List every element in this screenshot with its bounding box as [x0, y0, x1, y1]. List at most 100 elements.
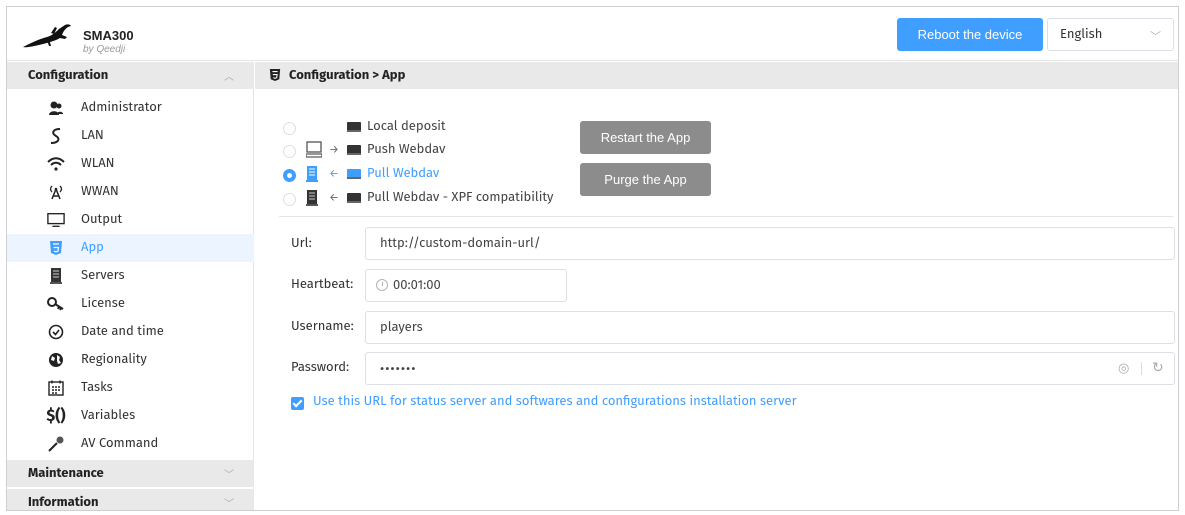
main-panel: Configuration > App Local deposit → Push…	[255, 62, 1178, 510]
chevron-down-icon: ﹀	[224, 469, 234, 481]
sidebar-item-wlan[interactable]: WLAN	[7, 150, 254, 178]
password-input[interactable]: ••••••• ◎ ↻	[365, 352, 1175, 385]
clock-icon	[47, 323, 65, 341]
language-select[interactable]: English ﹀	[1047, 18, 1174, 51]
url-label: Url:	[291, 236, 312, 251]
chevron-down-icon: ﹀	[1150, 30, 1161, 43]
use-url-label[interactable]: Use this URL for status server and softw…	[313, 394, 797, 409]
app-window: SMA300 by Qeedji Reboot the device Engli…	[6, 6, 1179, 511]
arrow-left-icon: ←	[329, 191, 339, 204]
lan-icon	[47, 127, 65, 145]
password-label: Password:	[291, 360, 350, 375]
radio-pull-webdav-xpf[interactable]	[283, 193, 296, 206]
refresh-icon[interactable]: ↻	[1152, 359, 1164, 376]
sidebar-item-label: App	[81, 240, 104, 255]
html5-icon	[269, 68, 281, 86]
storage-icon	[347, 169, 361, 179]
sidebar-item-administrator[interactable]: Administrator	[7, 94, 254, 122]
mode-label: Pull Webdav - XPF compatibility	[367, 190, 554, 205]
heartbeat-input[interactable]: 00:01:00	[365, 269, 567, 302]
arrow-left-icon: ←	[329, 167, 339, 180]
sidebar-item-av-command[interactable]: AV Command	[7, 430, 254, 458]
radio-push-webdav[interactable]	[283, 145, 296, 158]
lizard-logo-icon	[23, 24, 71, 48]
wifi-icon	[47, 155, 65, 173]
storage-icon	[347, 145, 361, 155]
sidebar-item-label: Regionality	[81, 352, 147, 367]
password-value: •••••••	[380, 362, 417, 377]
app-subtitle: by Qeedji	[83, 44, 126, 55]
sidebar-item-label: Tasks	[81, 380, 113, 395]
sidebar-item-label: WWAN	[81, 184, 119, 199]
sidebar-item-variables[interactable]: $() Variables	[7, 402, 254, 430]
username-value: players	[380, 320, 423, 335]
sidebar-item-wwan[interactable]: WWAN	[7, 178, 254, 206]
sidebar-item-label: Variables	[81, 408, 136, 423]
language-value: English	[1060, 27, 1103, 42]
username-input[interactable]: players	[365, 311, 1175, 344]
sidebar-item-label: AV Command	[81, 436, 159, 451]
username-label: Username:	[291, 319, 354, 334]
sidebar-item-label: WLAN	[81, 156, 115, 171]
computer-icon	[305, 141, 323, 159]
administrator-icon	[47, 99, 65, 117]
breadcrumb-bar: Configuration > App	[255, 62, 1178, 89]
purge-app-button[interactable]: Purge the App	[580, 163, 711, 196]
sidebar-item-servers[interactable]: Servers	[7, 262, 254, 290]
section-information-label: Information	[28, 495, 99, 510]
sidebar-item-output[interactable]: Output	[7, 206, 254, 234]
clock-icon	[376, 279, 388, 291]
microphone-icon	[47, 435, 65, 453]
calendar-icon	[47, 379, 65, 397]
heartbeat-value: 00:01:00	[393, 278, 441, 293]
mode-option-pull-webdav-xpf[interactable]: ← Pull Webdav - XPF compatibility	[255, 188, 575, 210]
chevron-up-icon: ︿	[224, 71, 234, 83]
sidebar-item-label: Administrator	[81, 100, 162, 115]
sidebar-item-license[interactable]: License	[7, 290, 254, 318]
mode-option-pull-webdav[interactable]: ← Pull Webdav	[255, 164, 575, 186]
sidebar-item-date-time[interactable]: Date and time	[7, 318, 254, 346]
heartbeat-label: Heartbeat:	[291, 277, 354, 292]
sidebar-item-tasks[interactable]: Tasks	[7, 374, 254, 402]
url-value: http://custom-domain-url/	[380, 236, 541, 251]
key-icon	[47, 295, 65, 313]
sidebar-item-regionality[interactable]: Regionality	[7, 346, 254, 374]
sidebar-item-lan[interactable]: LAN	[7, 122, 254, 150]
sidebar-item-label: Output	[81, 212, 123, 227]
chevron-down-icon: ﹀	[224, 498, 234, 510]
use-url-checkbox[interactable]	[291, 397, 304, 410]
section-information[interactable]: Information ﹀	[7, 489, 254, 510]
monitor-icon	[47, 211, 65, 229]
section-maintenance[interactable]: Maintenance ﹀	[7, 460, 254, 487]
password-suffix: ◎ ↻	[1108, 353, 1174, 384]
server-icon	[306, 165, 322, 183]
separator	[1141, 362, 1142, 375]
server-icon	[306, 189, 322, 207]
mode-option-local-deposit[interactable]: Local deposit	[255, 117, 575, 139]
sidebar-item-app[interactable]: App	[7, 234, 254, 262]
globe-icon	[47, 351, 65, 369]
breadcrumb: Configuration > App	[289, 68, 406, 83]
radio-pull-webdav[interactable]	[283, 169, 296, 182]
arrow-right-icon: →	[329, 143, 339, 156]
eye-icon[interactable]: ◎	[1118, 361, 1129, 376]
mode-label: Local deposit	[367, 119, 446, 134]
mode-label: Push Webdav	[367, 142, 446, 157]
sidebar: Configuration ︿ Administrator LAN WLAN W…	[7, 62, 254, 510]
restart-app-button[interactable]: Restart the App	[580, 121, 711, 154]
url-input[interactable]: http://custom-domain-url/	[365, 227, 1175, 260]
reboot-button[interactable]: Reboot the device	[897, 18, 1043, 51]
top-bar: SMA300 by Qeedji Reboot the device Engli…	[7, 7, 1178, 61]
html5-icon	[47, 239, 65, 257]
radio-local-deposit[interactable]	[283, 122, 296, 135]
storage-icon	[347, 193, 361, 203]
mode-label: Pull Webdav	[367, 166, 440, 181]
mode-option-push-webdav[interactable]: → Push Webdav	[255, 140, 575, 162]
divider	[279, 216, 1173, 217]
sidebar-item-label: Servers	[81, 268, 125, 283]
section-maintenance-label: Maintenance	[28, 466, 104, 481]
sidebar-item-label: Date and time	[81, 324, 164, 339]
app-name: SMA300	[83, 28, 134, 43]
server-icon	[47, 267, 65, 285]
section-configuration[interactable]: Configuration ︿	[7, 62, 254, 89]
